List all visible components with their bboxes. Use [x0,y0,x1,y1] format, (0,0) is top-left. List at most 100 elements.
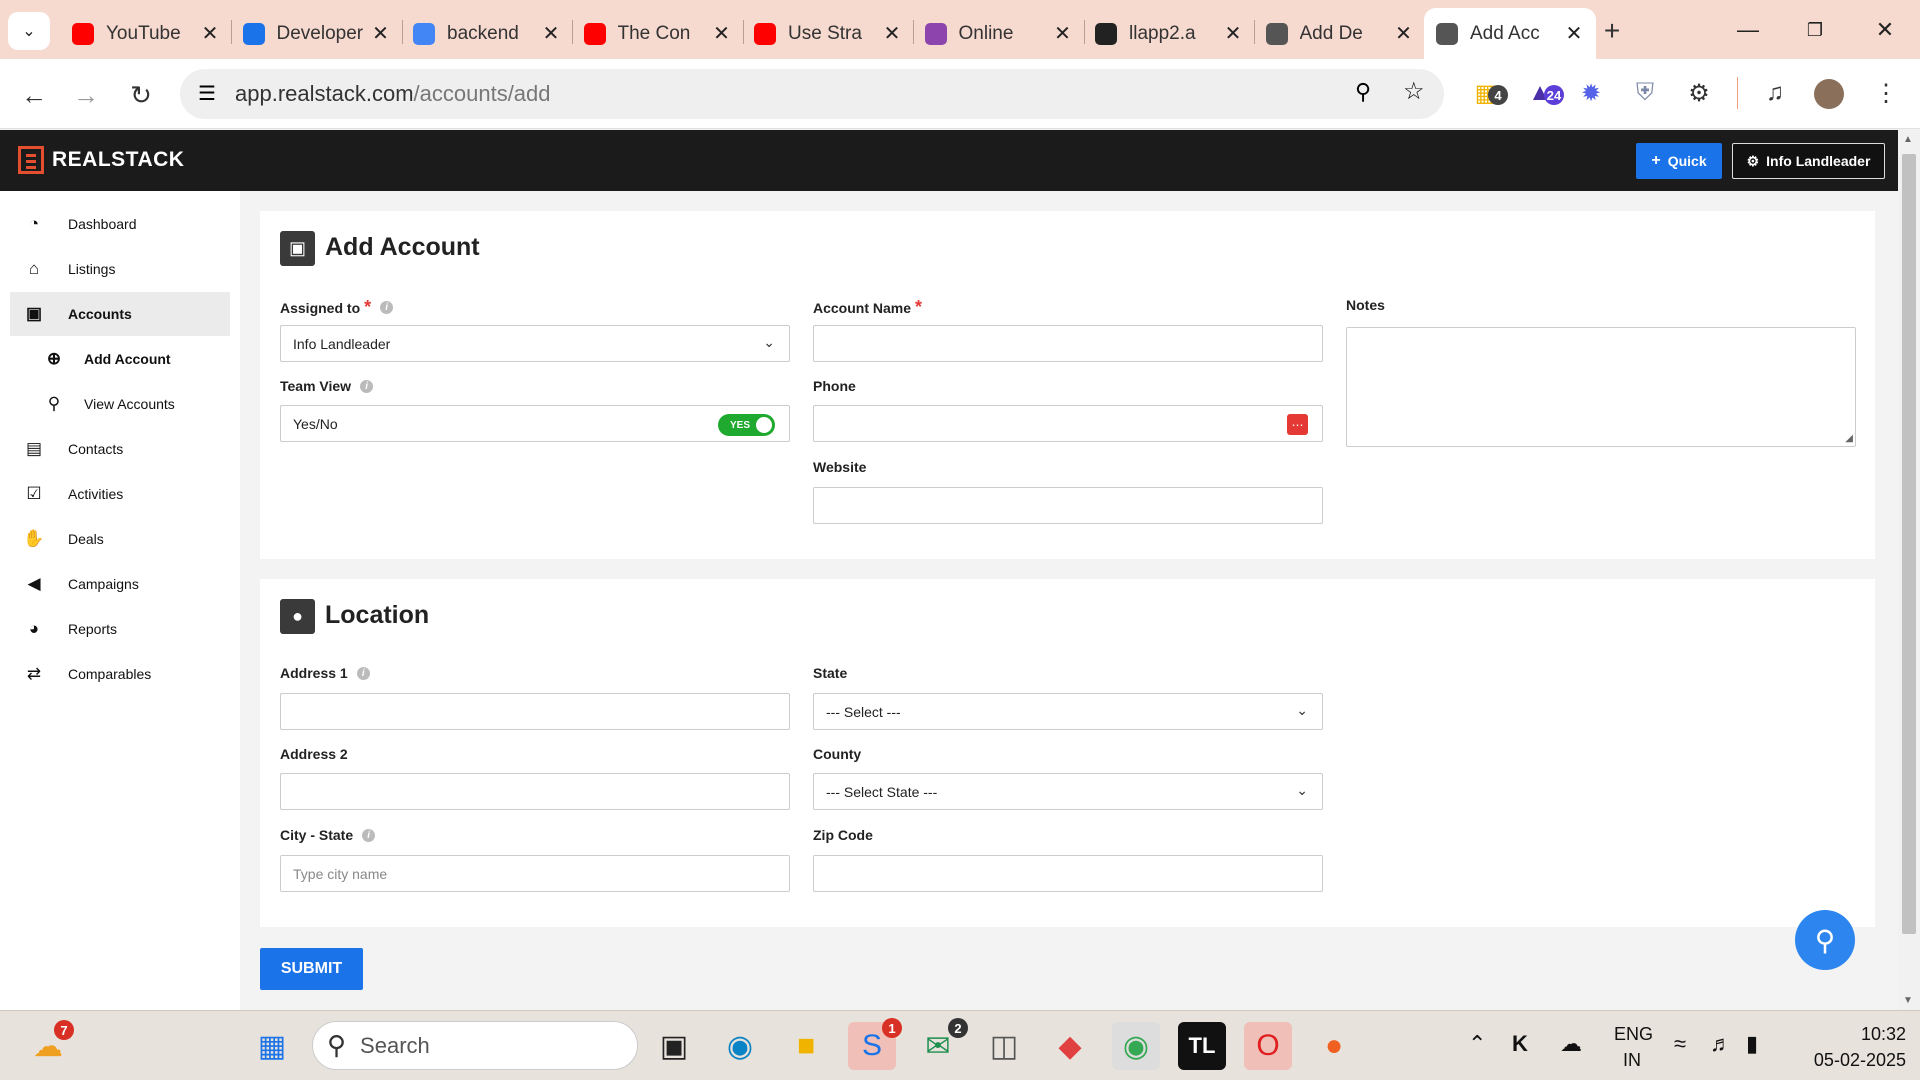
resize-grip-icon[interactable]: ◢ [1845,433,1853,444]
sidebar-item-view-accounts[interactable]: ⚲ View Accounts [10,382,230,426]
language-indicator[interactable]: ENG IN [1614,1021,1653,1073]
windows-start-icon[interactable]: ▦ [248,1022,296,1070]
city-state-input[interactable]: Type city name [280,855,790,892]
sidebar-item-deals[interactable]: ✋ Deals [10,517,230,561]
website-input[interactable] [813,487,1323,524]
file-explorer-icon[interactable]: ■ [782,1022,830,1070]
extension-shield-icon[interactable]: ⛨ [1627,75,1663,111]
bookmark-star-icon[interactable]: ☆ [1403,77,1425,106]
site-info-icon[interactable]: ☰ [198,81,216,106]
sidebar-item-activities[interactable]: ☑ Activities [10,472,230,516]
wifi-icon[interactable]: ≈ [1674,1031,1686,1057]
close-tab-icon[interactable]: ✕ [1223,21,1243,46]
chrome-icon[interactable]: ◉ [1112,1022,1160,1070]
close-tab-icon[interactable]: ✕ [1564,21,1584,46]
skype-icon[interactable]: S1 [848,1018,902,1070]
battery-icon[interactable]: ▮ [1746,1031,1758,1057]
notes-textarea[interactable]: ◢ [1346,327,1856,447]
browser-tab[interactable]: YouTube ✕ [60,8,232,59]
close-tab-icon[interactable]: ✕ [712,21,732,46]
state-select[interactable]: --- Select --- ⌄ [813,693,1323,730]
sidebar-item-add-account[interactable]: ⊕ Add Account [10,337,230,381]
back-button[interactable]: ← [14,75,54,115]
extension-tasks-icon[interactable]: ▦ 4 [1468,75,1508,111]
profile-avatar[interactable] [1814,79,1844,109]
extensions-puzzle-icon[interactable]: ⚙ [1681,75,1717,111]
scroll-up-icon[interactable]: ▲ [1903,134,1913,145]
file-transfer-icon[interactable]: ◫ [980,1022,1028,1070]
info-icon[interactable]: i [380,301,394,314]
close-tab-icon[interactable]: ✕ [1394,21,1414,46]
sidebar-item-reports[interactable]: ◕ Reports [10,607,230,651]
forward-button[interactable]: → [66,75,106,115]
close-tab-icon[interactable]: ✕ [541,21,561,46]
volume-icon[interactable]: ♬ [1710,1031,1732,1057]
page-scrollbar[interactable]: ▲ ▼ [1898,130,1920,1010]
quick-button[interactable]: + Quick [1636,143,1722,179]
postman-icon[interactable]: ● [1310,1022,1358,1070]
browser-tab[interactable]: Developers ✕ [231,8,403,59]
county-select[interactable]: --- Select State --- ⌄ [813,773,1323,810]
close-tab-icon[interactable]: ✕ [1053,21,1073,46]
address-bar[interactable]: ☰ app.realstack.com/accounts/add ⚲ ☆ [180,69,1444,119]
browser-tab[interactable]: Add Acc ✕ [1424,8,1596,59]
edge-icon[interactable]: ◉ [716,1022,764,1070]
task-view-icon[interactable]: ▣ [650,1022,698,1070]
close-tab-icon[interactable]: ✕ [882,21,902,46]
browser-tab[interactable]: backend ✕ [401,8,573,59]
info-icon[interactable]: i [362,828,376,842]
widgets-icon[interactable]: ☁ 7 [24,1020,74,1070]
sidebar-item-comparables[interactable]: ⇄ Comparables [10,652,230,696]
account-name-input[interactable] [813,325,1323,362]
sidebar-item-dashboard[interactable]: ◔ Dashboard [10,202,230,246]
new-tab-button[interactable]: + [1597,12,1627,50]
close-tab-icon[interactable]: ✕ [371,21,391,46]
zoom-icon[interactable]: ⚲ [1355,79,1371,105]
show-hidden-icons[interactable]: ⌃ [1468,1031,1486,1057]
terminal-icon[interactable]: TL [1178,1022,1226,1070]
close-window-button[interactable]: ✕ [1865,10,1905,50]
chevron-down-icon: ⌄ [763,334,775,350]
scroll-thumb[interactable] [1902,154,1916,934]
reload-icon: ↻ [130,79,152,110]
address2-input[interactable] [280,773,790,810]
info-icon[interactable]: i [360,379,374,393]
browser-tab[interactable]: Add De ✕ [1254,8,1426,59]
restore-button[interactable]: ❐ [1795,10,1835,50]
address1-input[interactable] [280,693,790,730]
browser-tab[interactable]: The Con ✕ [572,8,744,59]
chat-icon[interactable]: ✉ 2 [914,1018,968,1070]
assigned-to-select[interactable]: Info Landleader ⌄ [280,325,790,362]
onedrive-icon[interactable]: ☁ [1560,1031,1582,1057]
user-menu-button[interactable]: ⚙ Info Landleader [1732,143,1885,179]
extension-school-icon[interactable]: ▲ 24 [1522,75,1564,111]
opera-icon[interactable]: O [1244,1022,1292,1070]
scroll-down-icon[interactable]: ▼ [1903,995,1913,1006]
sidebar-item-accounts[interactable]: ▣ Accounts [10,292,230,336]
phone-input[interactable]: ⋯ [813,405,1323,442]
git-icon[interactable]: ◆ [1046,1022,1094,1070]
extension-gear-icon[interactable]: ✹ [1573,75,1609,111]
zip-code-input[interactable] [813,855,1323,892]
clock[interactable]: 10:32 05-02-2025 [1796,1021,1906,1073]
media-controls-icon[interactable]: ♫ [1757,75,1793,111]
info-icon[interactable]: i [356,666,370,680]
browser-tab[interactable]: Use Stra ✕ [742,8,914,59]
browser-tab[interactable]: llapp2.a ✕ [1083,8,1255,59]
minimize-button[interactable]: — [1728,10,1768,50]
sidebar-item-contacts[interactable]: ▤ Contacts [10,427,230,471]
help-search-button[interactable]: ⚲ [1795,910,1855,970]
browser-tab[interactable]: Online ✕ [913,8,1085,59]
team-view-toggle[interactable]: YES [718,414,775,436]
sidebar-item-campaigns[interactable]: ◀ Campaigns [10,562,230,606]
taskbar-search[interactable]: ⚲ Search [312,1021,638,1070]
browser-menu-icon[interactable]: ⋮ [1868,75,1904,111]
close-tab-icon[interactable]: ✕ [200,21,220,46]
reload-button[interactable]: ↻ [121,75,161,115]
submit-button[interactable]: SUBMIT [260,948,363,990]
k-app-icon[interactable]: K [1512,1031,1528,1057]
tab-search-button[interactable]: ⌄ [8,12,50,50]
app-logo[interactable]: REALSTACK [18,146,184,174]
phone-options-icon[interactable]: ⋯ [1287,414,1308,435]
sidebar-item-listings[interactable]: ⌂ Listings [10,247,230,291]
